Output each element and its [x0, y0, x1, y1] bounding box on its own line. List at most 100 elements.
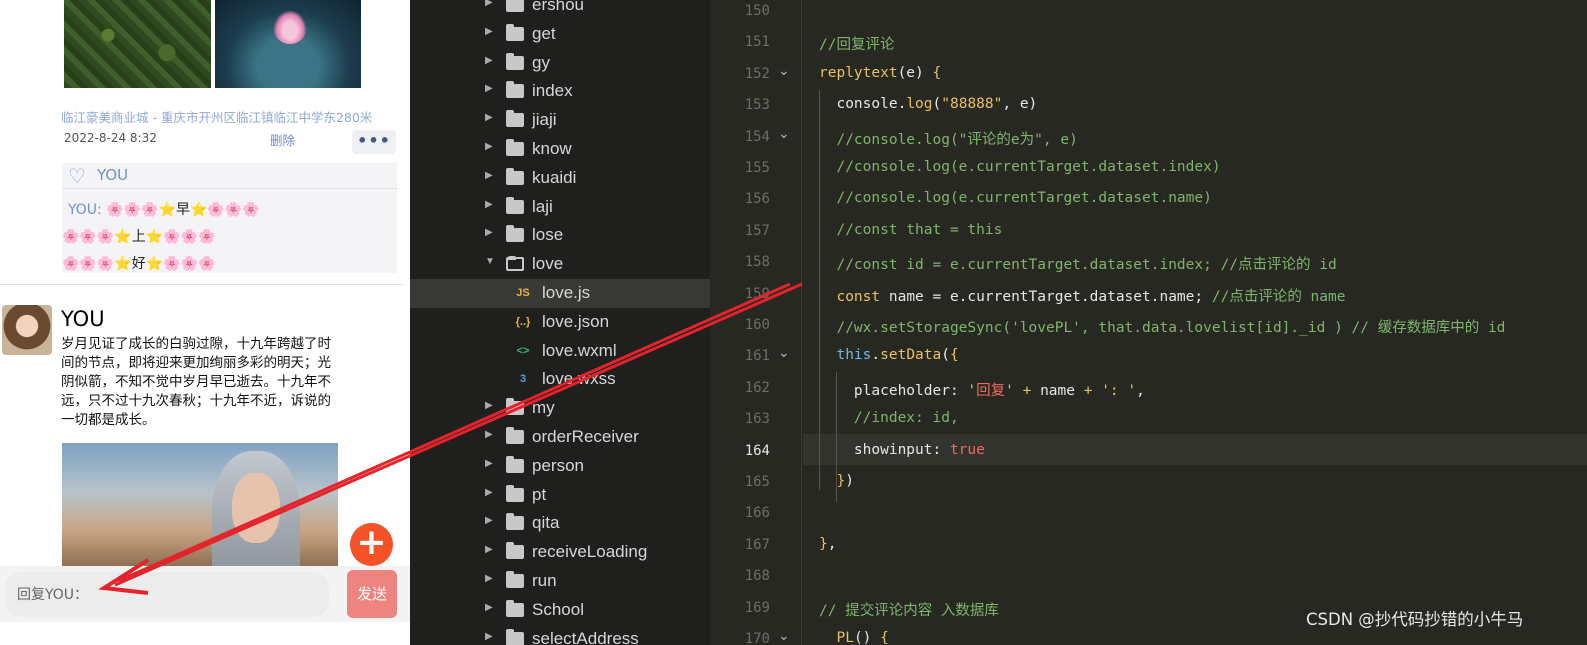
- chevron-right-icon[interactable]: ▶: [485, 515, 497, 526]
- add-post-button[interactable]: +: [350, 523, 393, 566]
- line-number: 154: [744, 128, 770, 145]
- folder-item[interactable]: ▶ my: [410, 394, 710, 423]
- chevron-right-icon[interactable]: ▶: [485, 487, 497, 498]
- chevron-right-icon[interactable]: ▶: [485, 458, 497, 469]
- chevron-right-icon[interactable]: ▶: [485, 170, 497, 181]
- folder-item[interactable]: ▶ gy: [410, 49, 710, 78]
- line-number: 156: [744, 191, 770, 208]
- reply-text: 🌸🌸🌸⭐早⭐🌸🌸🌸: [106, 202, 260, 218]
- folder-item[interactable]: ▶ run: [410, 567, 710, 596]
- code-line[interactable]: //wx.setStorageSync('lovePL', that.data.…: [819, 316, 1505, 337]
- tree-item-label: School: [532, 599, 584, 619]
- code-line[interactable]: showinput: true: [819, 442, 985, 458]
- code-line[interactable]: this.setData({: [819, 347, 958, 363]
- send-button[interactable]: 发送: [347, 570, 397, 618]
- code-line[interactable]: console.log("88888", e): [819, 96, 1037, 112]
- file-item[interactable]: JS love.js: [410, 279, 710, 308]
- code-line[interactable]: replytext(e) {: [819, 65, 941, 81]
- folder-icon: [506, 225, 524, 243]
- folder-item[interactable]: ▶ person: [410, 452, 710, 481]
- folder-item[interactable]: ▶ orderReceiver: [410, 423, 710, 452]
- code-line[interactable]: //index: id,: [819, 410, 959, 426]
- code-line[interactable]: PL() {: [819, 630, 888, 645]
- file-item[interactable]: <> love.wxml: [410, 337, 710, 366]
- chevron-right-icon[interactable]: ▶: [485, 429, 497, 440]
- folder-item[interactable]: ▶ lose: [410, 221, 710, 250]
- line-number: 168: [744, 568, 770, 585]
- tree-item-label: love.js: [542, 283, 591, 302]
- indent-guide: [836, 372, 837, 502]
- post-location[interactable]: 临江豪美商业城 - 重庆市开州区临江镇临江中学东280米: [61, 107, 372, 126]
- tree-item-label: qita: [532, 513, 560, 533]
- code-line[interactable]: //回复评论: [819, 33, 894, 54]
- fold-chevron-icon[interactable]: ⌄: [778, 628, 790, 644]
- fold-chevron-icon[interactable]: ⌄: [778, 126, 790, 142]
- chevron-right-icon[interactable]: ▶: [485, 573, 497, 584]
- line-number: 165: [744, 474, 770, 490]
- post-text: 岁月见证了成长的白驹过隙，十九年跨越了时间的节点，即将迎来更加绚丽多彩的明天；光…: [61, 336, 331, 428]
- code-line[interactable]: // 提交评论内容 入数据库: [819, 599, 999, 620]
- code-line[interactable]: //const id = e.currentTarget.dataset.ind…: [819, 253, 1336, 274]
- tree-item-label: know: [532, 139, 572, 158]
- file-item[interactable]: 3 love.wxss: [410, 365, 710, 394]
- chevron-right-icon[interactable]: ▶: [485, 112, 497, 123]
- tree-item-label: love.wxml: [542, 340, 617, 360]
- line-number: 164: [744, 442, 770, 459]
- post-photo-field[interactable]: [64, 0, 211, 88]
- folder-item[interactable]: ▶ pt: [410, 481, 710, 510]
- code-line[interactable]: const name = e.currentTarget.dataset.nam…: [819, 285, 1345, 306]
- chevron-right-icon[interactable]: ▶: [485, 602, 497, 613]
- folder-item[interactable]: ▶ jiaji: [410, 106, 710, 135]
- post-photo-lotus[interactable]: [215, 0, 361, 88]
- chevron-right-icon[interactable]: ▶: [485, 199, 497, 210]
- comment-reply[interactable]: YOU: 🌸🌸🌸⭐早⭐🌸🌸🌸: [68, 199, 260, 219]
- chevron-right-icon[interactable]: ▶: [485, 227, 497, 238]
- reply-input[interactable]: [5, 572, 329, 617]
- comment-box: ♡ YOU YOU: 🌸🌸🌸⭐早⭐🌸🌸🌸 🌸🌸🌸⭐上⭐🌸🌸🌸 🌸🌸🌸⭐好⭐🌸🌸🌸: [62, 163, 397, 273]
- watermark: CSDN @抄代码抄错的小牛马: [1306, 610, 1524, 629]
- file-item[interactable]: {..} love.json: [410, 308, 710, 337]
- folder-item[interactable]: ▶ laji: [410, 193, 710, 222]
- folder-item[interactable]: ▶ qita: [410, 509, 710, 538]
- folder-icon: [506, 513, 524, 531]
- folder-item[interactable]: ▶ selectAddress: [410, 625, 710, 645]
- folder-item[interactable]: ▶ know: [410, 135, 710, 164]
- line-number: 150: [744, 3, 770, 19]
- chevron-right-icon[interactable]: ▶: [485, 544, 497, 555]
- post-author: YOU: [61, 307, 105, 331]
- code-line[interactable]: //console.log("评论的e为", e): [819, 128, 1077, 149]
- line-number: 153: [744, 97, 770, 114]
- chevron-right-icon[interactable]: ▶: [485, 0, 497, 8]
- folder-item[interactable]: ▶ get: [410, 20, 710, 49]
- chevron-right-icon[interactable]: ▶: [485, 631, 497, 642]
- more-button[interactable]: •••: [352, 130, 396, 154]
- avatar[interactable]: [2, 305, 52, 355]
- folder-item[interactable]: ▼ love: [410, 250, 710, 279]
- fold-chevron-icon[interactable]: ⌄: [778, 345, 790, 361]
- chevron-right-icon[interactable]: ▶: [485, 55, 497, 66]
- code-editor[interactable]: 150 151 152 ⌄ 153 154 ⌄ 155 156 157 158 159 160 161 ⌄ 1…: [710, 0, 1587, 645]
- folder-item[interactable]: ▶ ershou: [410, 0, 710, 20]
- folder-item[interactable]: ▶ index: [410, 77, 710, 106]
- folder-icon: [506, 398, 524, 416]
- folder-item[interactable]: ▶ School: [410, 596, 710, 625]
- chevron-right-icon[interactable]: ▶: [485, 83, 497, 94]
- delete-link[interactable]: 删除: [270, 130, 295, 149]
- chevron-right-icon[interactable]: ▶: [485, 141, 497, 152]
- chevron-right-icon[interactable]: ▶: [485, 26, 497, 37]
- chevron-right-icon[interactable]: ▶: [485, 400, 497, 411]
- code-line[interactable]: //const that = this: [819, 222, 1002, 238]
- code-line[interactable]: //console.log(e.currentTarget.dataset.na…: [819, 190, 1211, 206]
- code-line[interactable]: placeholder: '回复' + name + ': ',: [819, 379, 1145, 400]
- tree-item-label: love.wxss: [542, 369, 616, 389]
- code-line[interactable]: },: [819, 536, 836, 552]
- chevron-down-icon[interactable]: ▼: [485, 256, 497, 267]
- folder-icon: [506, 599, 524, 617]
- code-line[interactable]: //console.log(e.currentTarget.dataset.in…: [819, 159, 1220, 175]
- tree-item-label: kuaidi: [532, 167, 577, 187]
- mini-program-preview: 临江豪美商业城 - 重庆市开州区临江镇临江中学东280米 2022-8-24 8…: [0, 0, 410, 645]
- folder-item[interactable]: ▶ kuaidi: [410, 164, 710, 193]
- fold-chevron-icon[interactable]: ⌄: [778, 63, 790, 79]
- post-photo-portrait[interactable]: [62, 443, 338, 568]
- folder-item[interactable]: ▶ receiveLoading: [410, 538, 710, 567]
